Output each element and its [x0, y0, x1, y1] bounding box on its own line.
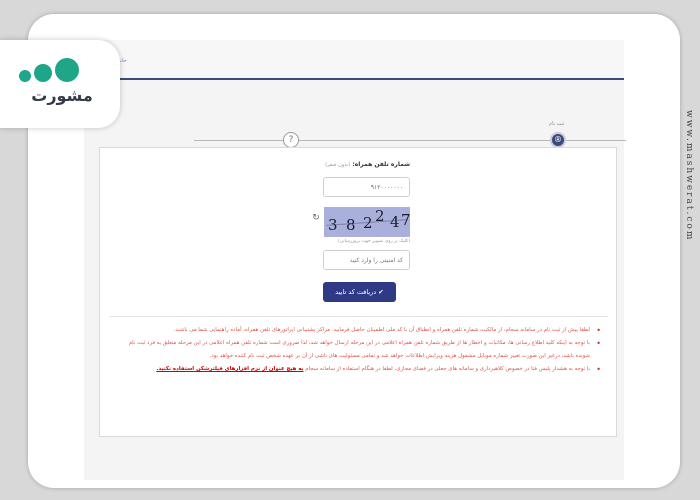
logo-dots-icon	[19, 54, 99, 84]
screenshot-screen: خانه ? ® ثبت نام شماره تلفن همراه: (بدون…	[84, 40, 626, 480]
navbar-underline	[84, 78, 624, 80]
note-text: لطفا پیش از ثبت نام در سامانه سجام، از م…	[173, 327, 590, 333]
logo-dot	[19, 70, 31, 82]
form-divider	[110, 316, 608, 317]
note-item: • با توجه به اینکه کلیه اطلاع رسانی ها، …	[114, 337, 602, 363]
registration-form-card: شماره تلفن همراه: (بدون صفر) 3 8 2 2 4 7…	[99, 147, 617, 437]
get-code-button[interactable]: ✔ دریافت کد تایید	[323, 282, 396, 302]
bullet-icon: •	[596, 339, 601, 348]
note-item: • لطفا پیش از ثبت نام در سامانه سجام، از…	[114, 324, 602, 337]
captcha-char: 3	[328, 216, 338, 234]
captcha-char: 8	[346, 216, 356, 234]
logo-dot	[55, 58, 79, 82]
side-watermark-url: www.mashwerat.com	[684, 110, 694, 242]
top-navbar: خانه	[84, 40, 624, 80]
bullet-icon: •	[596, 365, 601, 374]
brand-logo-badge: مشورت	[0, 40, 120, 128]
captcha-char: 2	[363, 214, 373, 232]
step-registration-label: ثبت نام	[549, 121, 565, 127]
phone-label: شماره تلفن همراه: (بدون صفر)	[323, 161, 410, 168]
phone-label-hint: (بدون صفر)	[325, 162, 351, 168]
phone-input[interactable]	[323, 177, 410, 197]
notes-list: • لطفا پیش از ثبت نام در سامانه سجام، از…	[114, 324, 602, 376]
captcha-char: 2	[375, 207, 385, 225]
step-next-icon: ?	[283, 132, 299, 148]
phone-label-text: شماره تلفن همراه:	[352, 161, 410, 168]
brand-name: مشورت	[31, 86, 93, 105]
security-code-input[interactable]	[323, 250, 410, 270]
refresh-icon[interactable]: ↻	[311, 213, 321, 223]
logo-dot	[34, 64, 52, 82]
note-text: با توجه به هشدار پلیس فتا در خصوص کلاهبر…	[305, 366, 590, 372]
captcha-char: 7	[401, 211, 411, 229]
note-item: • با توجه به هشدار پلیس فتا در خصوص کلاه…	[114, 363, 602, 376]
captcha-char: 4	[390, 213, 400, 231]
step-registration-icon: ®	[550, 132, 566, 148]
note-warning: به هیچ عنوان از نرم افزارهای فیلترشکن اس…	[156, 366, 304, 372]
bullet-icon: •	[596, 326, 601, 335]
captcha-hint: (کلیک بر روی تصویر جهت بروزرسانی)	[337, 239, 410, 244]
note-text: با توجه به اینکه کلیه اطلاع رسانی ها، مک…	[128, 340, 590, 359]
captcha-image[interactable]: 3 8 2 2 4 7	[324, 207, 411, 237]
